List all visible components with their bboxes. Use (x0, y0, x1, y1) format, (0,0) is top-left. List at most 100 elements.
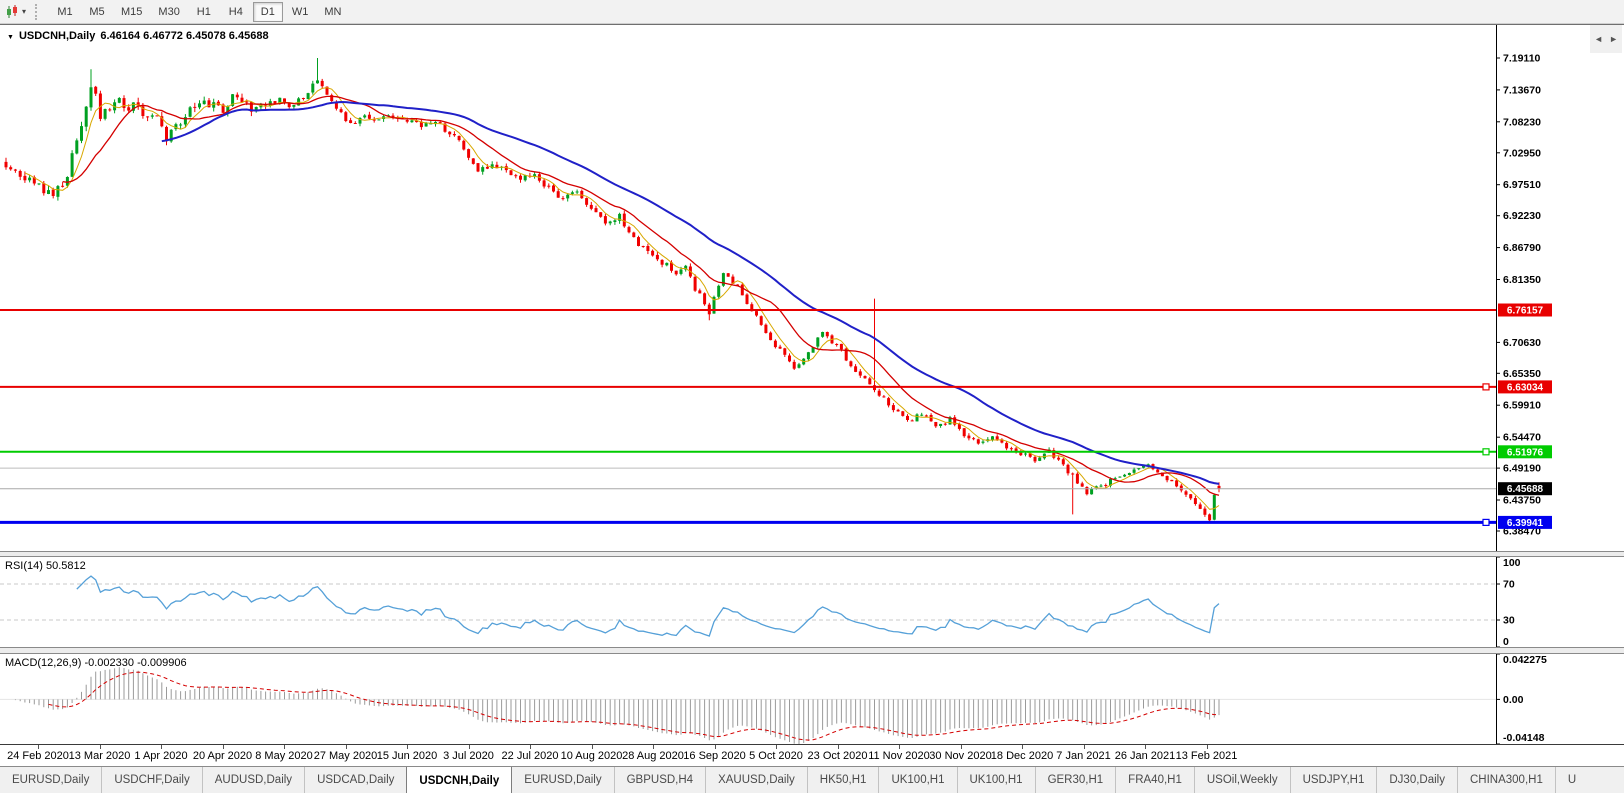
time-axis-tick (284, 745, 285, 749)
svg-text:-0.04148: -0.04148 (1503, 732, 1545, 744)
price-chart-svg[interactable]: 7.19110 7.13670 7.08230 7.02950 6.97510 6.922… (0, 25, 1624, 551)
rsi-chart-canvas[interactable]: 100 70 30 0 (0, 557, 1624, 647)
time-axis-label: 20 Apr 2020 (192, 750, 253, 762)
time-axis-tick (161, 745, 162, 749)
chart-tab-usdcnh-daily[interactable]: USDCNH,Daily (406, 767, 513, 793)
time-axis-label: 18 Dec 2020 (990, 750, 1054, 762)
svg-text:6.81350: 6.81350 (1503, 274, 1541, 286)
chart-tab-audusd-daily[interactable]: AUDUSD,Daily (201, 767, 304, 793)
svg-text:6.70630: 6.70630 (1503, 337, 1541, 349)
time-axis-label: 27 May 2020 (313, 750, 378, 762)
chart-tab-gbpusd-h4[interactable]: GBPUSD,H4 (613, 767, 705, 793)
chart-type-caret-icon: ▾ (22, 7, 27, 16)
chart-tab-xauusd-daily[interactable]: XAUUSD,Daily (705, 767, 807, 793)
svg-text:7.19110: 7.19110 (1503, 53, 1541, 65)
chart-tab-eurusd-daily[interactable]: EURUSD,Daily (512, 767, 613, 793)
svg-text:6.49190: 6.49190 (1503, 463, 1541, 475)
svg-text:6.59910: 6.59910 (1503, 400, 1541, 412)
macd-pane[interactable]: 0.042275 0.00 -0.04148 MACD(12,26,9) -0.00… (0, 654, 1624, 744)
timeframe-button-m15[interactable]: M15 (114, 2, 149, 22)
price-axis[interactable]: 7.19110 7.13670 7.08230 7.02950 6.97510 6.922… (1496, 25, 1552, 551)
chart-tab-ger30-h1[interactable]: GER30,H1 (1034, 767, 1116, 793)
svg-text:7.13670: 7.13670 (1503, 84, 1541, 96)
time-axis-label: 15 Jun 2020 (376, 750, 438, 762)
time-axis-tick (99, 745, 101, 749)
time-axis-tick (530, 745, 531, 749)
time-axis[interactable]: 24 Feb 2020 13 Mar 2020 1 Apr 2020 20 Apr 2… (0, 744, 1624, 766)
time-axis-label: 28 Aug 2020 (622, 750, 684, 762)
time-axis-tick (899, 745, 900, 749)
tab-scroll-arrows: ◄ ► (1590, 25, 1622, 53)
time-axis-tick (960, 745, 962, 749)
time-axis-label: 3 Jul 2020 (443, 750, 494, 762)
macd-chart-canvas[interactable]: 0.042275 0.00 -0.04148 (0, 654, 1624, 744)
time-axis-label: 24 Feb 2020 (7, 750, 69, 762)
price-chart-canvas[interactable]: 7.19110 7.13670 7.08230 7.02950 6.97510 6.922… (0, 25, 1624, 551)
timeframe-button-w1[interactable]: W1 (285, 2, 316, 22)
chart-tab-china300-h1[interactable]: CHINA300,H1 (1456, 767, 1555, 793)
timeframe-button-m1[interactable]: M1 (50, 2, 80, 22)
svg-text:30: 30 (1503, 615, 1515, 627)
rsi-axis[interactable]: 100 70 30 0 (1496, 557, 1521, 647)
horizontal-level-line[interactable] (0, 518, 1496, 526)
price-pane[interactable]: 7.19110 7.13670 7.08230 7.02950 6.97510 6.922… (0, 25, 1624, 551)
time-axis-tick (1083, 745, 1085, 749)
chart-tab-usdchf-daily[interactable]: USDCHF,Daily (101, 767, 201, 793)
candlestick-chart-icon (7, 4, 17, 18)
rsi-pane[interactable]: 100 70 30 0 RSI(14) 50.5812 (0, 557, 1624, 647)
time-axis-tick (837, 745, 839, 749)
time-axis-tick (345, 745, 347, 749)
horizontal-level-line[interactable] (0, 448, 1496, 456)
svg-text:6.97510: 6.97510 (1503, 179, 1541, 191)
macd-axis[interactable]: 0.042275 0.00 -0.04148 (1496, 654, 1547, 744)
time-axis-tick (776, 745, 777, 749)
time-axis-label: 13 Feb 2021 (1175, 750, 1238, 762)
chart-tab-fra40-h1[interactable]: FRA40,H1 (1115, 767, 1194, 793)
timeframe-button-m30[interactable]: M30 (151, 2, 186, 22)
timeframe-button-m5[interactable]: M5 (82, 2, 112, 22)
timeframe-button-d1[interactable]: D1 (252, 1, 283, 22)
time-axis-tick (1206, 745, 1208, 749)
chart-tab-uk100-h1[interactable]: UK100,H1 (878, 767, 956, 793)
time-axis-label: 22 Jul 2020 (501, 750, 559, 762)
horizontal-level-line[interactable] (0, 383, 1496, 391)
svg-text:6.54470: 6.54470 (1503, 432, 1541, 444)
timeframe-button-h4[interactable]: H4 (221, 2, 251, 22)
timeframe-toolbar: ▾ M1 M5 M15 M30 H1 H4 D1 W1 MN (0, 0, 1624, 24)
time-axis-label: 16 Sep 2020 (683, 750, 746, 762)
svg-text:0.042275: 0.042275 (1503, 654, 1547, 666)
chart-tab-usoil-weekly[interactable]: USOil,Weekly (1193, 767, 1290, 793)
time-axis-tick (38, 745, 39, 749)
tab-scroll-right-icon[interactable]: ► (1609, 34, 1618, 44)
timeframe-button-mn[interactable]: MN (317, 2, 348, 22)
svg-text:6.63034: 6.63034 (1507, 382, 1544, 393)
chart-tab-uk100-h1[interactable]: UK100,H1 (956, 767, 1035, 793)
time-axis-label: 11 Nov 2020 (868, 750, 930, 762)
time-axis-label: 5 Oct 2020 (749, 750, 803, 762)
ma-fast-yellow-line (24, 87, 1220, 510)
rsi-line (76, 575, 1220, 637)
svg-text:0: 0 (1503, 636, 1509, 647)
chart-tab-dj30-daily[interactable]: DJ30,Daily (1376, 767, 1457, 793)
time-axis-label: 30 Nov 2020 (929, 750, 992, 762)
macd-chart-svg[interactable]: 0.042275 0.00 -0.04148 (0, 654, 1624, 744)
toolbar-grip[interactable] (35, 3, 42, 20)
svg-text:0.00: 0.00 (1503, 694, 1524, 706)
tab-scroll-left-icon[interactable]: ◄ (1594, 34, 1603, 44)
chart-tab-hk50-h1[interactable]: HK50,H1 (806, 767, 879, 793)
svg-text:6.86790: 6.86790 (1503, 242, 1541, 254)
svg-text:7.02950: 7.02950 (1503, 147, 1541, 159)
svg-text:6.45688: 6.45688 (1507, 484, 1544, 495)
chart-type-button[interactable]: ▾ (0, 1, 30, 23)
chart-tab-usdjpy-h1[interactable]: USDJPY,H1 (1289, 767, 1377, 793)
chart-tab-u[interactable]: U (1554, 767, 1588, 793)
chart-tab-eurusd-daily[interactable]: EURUSD,Daily (0, 767, 101, 793)
rsi-chart-svg[interactable]: 100 70 30 0 (0, 557, 1624, 647)
time-axis-tick (1022, 745, 1023, 749)
time-axis-label: 13 Mar 2020 (68, 750, 131, 762)
pane-separator-2[interactable] (0, 647, 1624, 654)
timeframe-button-h1[interactable]: H1 (189, 2, 219, 22)
timeframe-buttons: M1 M5 M15 M30 H1 H4 D1 W1 MN (49, 1, 349, 22)
chart-tab-usdcad-daily[interactable]: USDCAD,Daily (304, 767, 406, 793)
svg-text:70: 70 (1503, 579, 1515, 591)
